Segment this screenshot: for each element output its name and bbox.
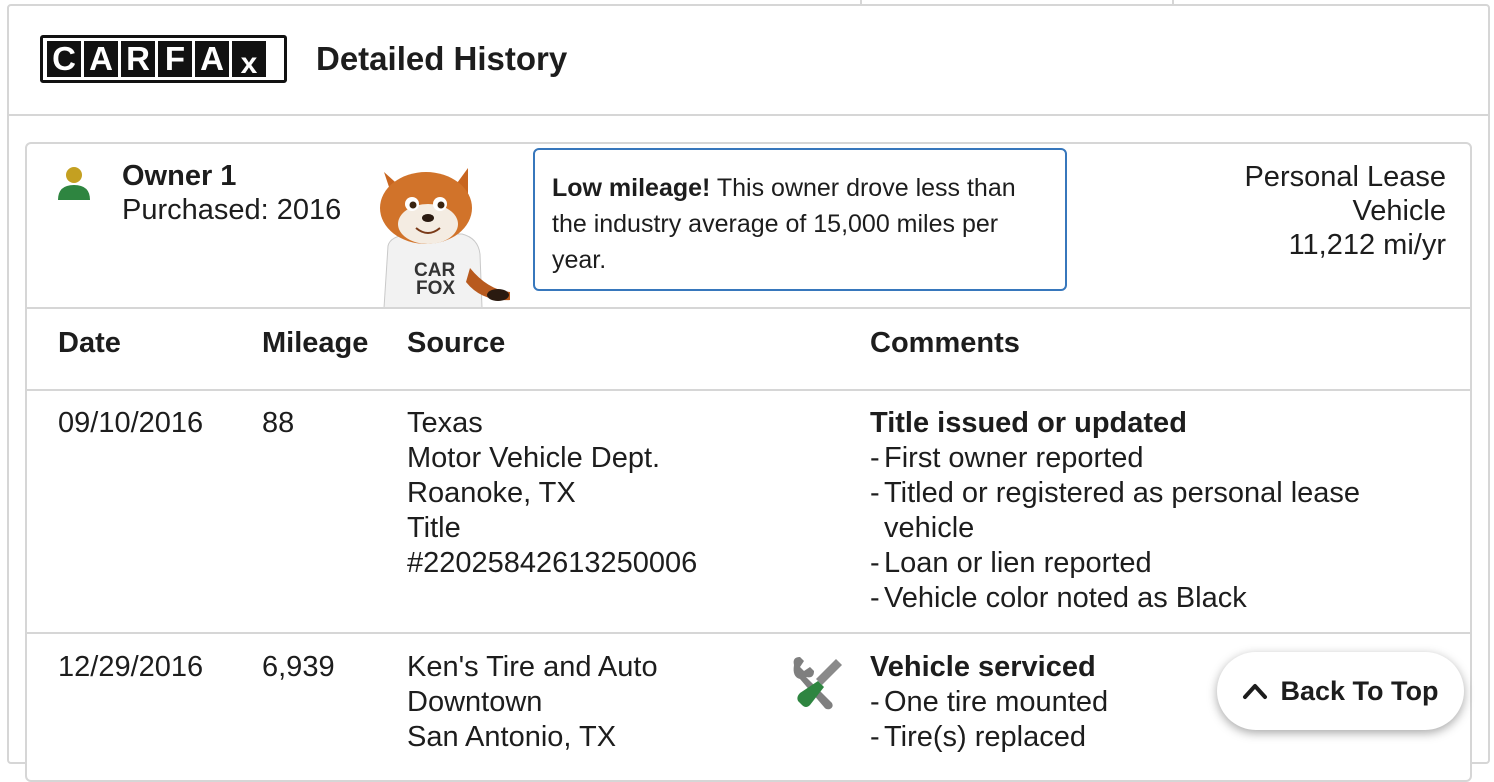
col-header-date: Date xyxy=(58,327,121,359)
row2-date: 12/29/2016 xyxy=(58,651,204,683)
low-mileage-callout: Low mileage! This owner drove less than … xyxy=(533,148,1067,291)
row2-source: Ken's Tire and Auto Downtown San Antonio… xyxy=(407,650,658,755)
row1-comments: Title issued or updated First owner repo… xyxy=(870,406,1430,616)
source-line: #22025842613250006 xyxy=(407,547,698,579)
logo-letter: R xyxy=(121,41,155,77)
source-line: Motor Vehicle Dept. xyxy=(407,442,661,474)
col-header-mileage: Mileage xyxy=(262,327,369,359)
logo-letter: A xyxy=(195,41,229,77)
row-divider xyxy=(25,632,1472,634)
miles-per-year: 11,212 mi/yr xyxy=(1288,229,1446,261)
comment-title: Title issued or updated xyxy=(870,407,1187,439)
source-line: Downtown xyxy=(407,686,543,718)
row1-date: 09/10/2016 xyxy=(58,407,204,439)
lease-type-2: Vehicle xyxy=(1352,195,1446,227)
row1-mileage: 88 xyxy=(262,407,295,439)
source-line: Roanoke, TX xyxy=(407,477,576,509)
lease-info: Personal Lease Vehicle 11,212 mi/yr xyxy=(1244,160,1446,262)
logo-letter: C xyxy=(47,41,81,77)
logo-letter: A xyxy=(84,41,118,77)
person-icon xyxy=(58,167,90,200)
comment-item: Loan or lien reported xyxy=(870,546,1430,581)
header-divider xyxy=(25,389,1472,391)
owner-title: Owner 1 xyxy=(122,160,237,192)
svg-text:FOX: FOX xyxy=(416,278,455,299)
row2-mileage: 6,939 xyxy=(262,651,335,683)
col-header-source: Source xyxy=(407,327,506,359)
source-line: Ken's Tire and Auto xyxy=(407,651,658,683)
source-line: San Antonio, TX xyxy=(407,721,617,753)
comment-item: Vehicle color noted as Black xyxy=(870,581,1430,616)
logo-letter: x xyxy=(232,41,266,80)
col-header-comments: Comments xyxy=(870,327,1020,359)
source-line: Title xyxy=(407,512,461,544)
row1-source: Texas Motor Vehicle Dept. Roanoke, TX Ti… xyxy=(407,406,697,581)
source-line: Texas xyxy=(407,407,483,439)
carfox-mascot-image: CAR FOX xyxy=(380,168,510,308)
comment-item: First owner reported xyxy=(870,441,1430,476)
logo-letter: F xyxy=(158,41,192,77)
chevron-up-icon xyxy=(1243,684,1268,699)
back-to-top-label: Back To Top xyxy=(1280,675,1439,706)
comment-item: Titled or registered as personal lease v… xyxy=(870,476,1430,546)
carfax-logo: C A R F A x xyxy=(40,35,287,83)
owner-purchased: Purchased: 2016 xyxy=(122,194,342,226)
service-tools-icon xyxy=(793,657,842,710)
report-header: C A R F A x Detailed History xyxy=(7,4,1490,116)
lease-type: Personal Lease xyxy=(1244,161,1446,193)
back-to-top-button[interactable]: Back To Top xyxy=(1217,652,1464,730)
callout-bold: Low mileage! xyxy=(552,174,711,202)
page-title: Detailed History xyxy=(316,40,568,77)
